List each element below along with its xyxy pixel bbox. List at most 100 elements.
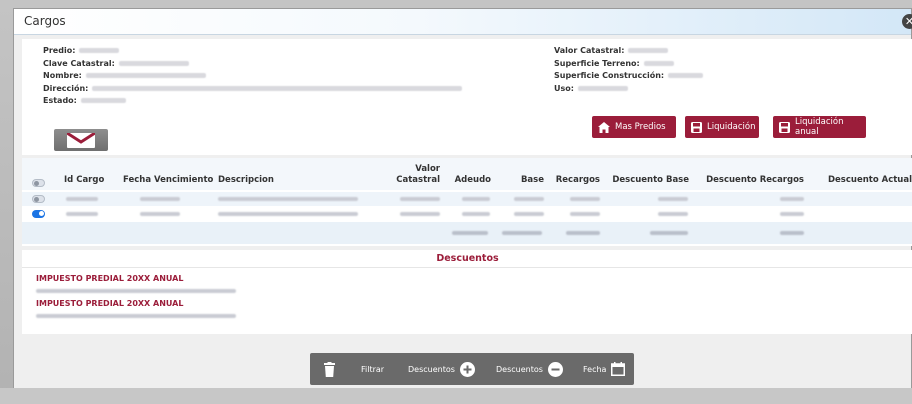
col-descuento-recargos[interactable]: Descuento Recargos [702, 175, 804, 186]
info-row-uso: Uso: [554, 83, 703, 96]
liquidacion-anual-button[interactable]: Liquidación anual [773, 116, 866, 138]
row-select-toggle[interactable] [32, 195, 45, 203]
redacted-cell [400, 197, 440, 201]
redacted-total [452, 231, 488, 235]
mas-predios-button[interactable]: Mas Predios [592, 116, 676, 138]
table-row[interactable] [22, 207, 912, 221]
redacted-value [85, 73, 206, 78]
save-icon [779, 121, 790, 133]
descuento-item-title: IMPUESTO PREDIAL 20XX ANUAL [36, 274, 184, 283]
col-descuento-actual[interactable]: Descuento Actual [822, 175, 912, 186]
liquidacion-anual-label: Liquidación anual [795, 117, 844, 137]
redacted-cell [66, 197, 98, 201]
redacted-cell [658, 212, 688, 216]
col-adeudo[interactable]: Adeudo [447, 175, 491, 186]
redacted-total [502, 231, 542, 235]
info-row-superficie-construccion: Superficie Construcción: [554, 70, 704, 83]
liquidacion-button[interactable]: Liquidación [685, 116, 759, 138]
cargos-dialog: Cargos ✕ Predio: Clave Catastral: Nombre… [13, 8, 912, 404]
col-fecha-vencimiento[interactable]: Fecha Vencimiento [123, 175, 213, 186]
bottom-toolbar: Filtrar Descuentos Descuentos Fecha [310, 353, 634, 385]
col-valor-catastral-line2: Catastral [396, 175, 440, 185]
redacted-total [780, 231, 804, 235]
table-header: Id Cargo Fecha Vencimiento Descripcion V… [22, 158, 912, 190]
table-row[interactable] [22, 192, 912, 206]
redacted-total [566, 231, 600, 235]
redacted-value [118, 60, 189, 66]
descuentos-remove-label: Descuentos [496, 364, 543, 374]
descuentos-add-label: Descuentos [408, 364, 455, 374]
filtrar-button[interactable]: Filtrar [361, 353, 384, 385]
liquidacion-label: Liquidación [707, 122, 756, 132]
redacted-cell [780, 212, 804, 216]
redacted-cell [514, 212, 544, 216]
redacted-cell [66, 212, 98, 216]
redacted-cell [462, 212, 490, 216]
col-base[interactable]: Base [502, 175, 544, 186]
descuentos-panel: Descuentos IMPUESTO PREDIAL 20XX ANUAL I… [22, 250, 912, 334]
info-row-direccion: Dirección: [43, 83, 463, 96]
info-label: Superficie Terreno: [554, 58, 640, 68]
toggle-knob [34, 196, 39, 202]
descuentos-title: Descuentos [22, 250, 912, 268]
redacted-value [577, 85, 628, 91]
send-mail-button[interactable] [54, 129, 108, 151]
info-label: Uso: [554, 83, 574, 93]
redacted-descuento-detail [36, 289, 236, 293]
info-row-estado: Estado: [43, 95, 462, 108]
col-descripcion[interactable]: Descripcion [218, 175, 274, 186]
row-select-toggle[interactable] [32, 210, 45, 218]
predio-info-right: Valor Catastral: Superficie Terreno: Sup… [554, 45, 704, 96]
redacted-value [79, 48, 120, 53]
home-icon [598, 121, 610, 133]
toggle-knob [39, 211, 44, 216]
calendar-icon [611, 362, 626, 376]
predio-info-left: Predio: Clave Catastral: Nombre: Direcci… [43, 45, 463, 108]
info-label: Clave Catastral: [43, 58, 115, 68]
descuentos-add-button[interactable]: Descuentos [408, 353, 475, 385]
redacted-cell [218, 197, 358, 201]
info-row-clave-catastral: Clave Catastral: [43, 58, 462, 71]
plus-circle-icon [459, 361, 475, 377]
redacted-cell [400, 212, 440, 216]
redacted-cell [462, 197, 490, 201]
fecha-button[interactable]: Fecha [583, 353, 626, 385]
dialog-titlebar: Cargos ✕ [14, 9, 912, 35]
close-icon[interactable]: ✕ [902, 14, 912, 29]
col-valor-catastral[interactable]: Valor Catastral [382, 164, 440, 186]
fecha-label: Fecha [583, 364, 607, 374]
minus-circle-icon [547, 361, 563, 377]
mas-predios-label: Mas Predios [615, 122, 666, 132]
predio-info-panel: Predio: Clave Catastral: Nombre: Direcci… [22, 39, 912, 155]
info-label: Valor Catastral: [554, 46, 625, 55]
col-descuento-base[interactable]: Descuento Base [612, 175, 689, 186]
info-label: Nombre: [43, 71, 82, 80]
filtrar-label: Filtrar [361, 364, 385, 374]
cargos-table: Id Cargo Fecha Vencimiento Descripcion V… [22, 158, 912, 246]
col-id-cargo[interactable]: Id Cargo [64, 175, 104, 186]
info-label: Superficie Construcción: [554, 71, 665, 80]
redacted-value [628, 48, 669, 53]
redacted-cell [570, 197, 600, 201]
delete-button[interactable] [324, 353, 335, 385]
redacted-value [643, 60, 674, 66]
toggle-knob [34, 180, 39, 186]
descuento-item-title: IMPUESTO PREDIAL 20XX ANUAL [36, 299, 184, 308]
dialog-title: Cargos [24, 14, 66, 28]
info-row-predio: Predio: [43, 45, 462, 58]
info-label: Predio: [43, 46, 76, 55]
redacted-cell [140, 197, 180, 201]
col-recargos[interactable]: Recargos [552, 175, 600, 186]
select-all-toggle[interactable] [32, 179, 45, 187]
page-bottom-strip [0, 388, 912, 404]
save-icon [691, 121, 702, 133]
redacted-total [650, 231, 688, 235]
redacted-descuento-detail [36, 314, 236, 318]
redacted-value [668, 73, 704, 78]
redacted-cell [514, 197, 544, 201]
info-label: Dirección: [43, 83, 89, 93]
info-row-valor-catastral: Valor Catastral: [554, 45, 703, 58]
descuentos-remove-button[interactable]: Descuentos [496, 353, 563, 385]
redacted-cell [780, 197, 804, 201]
info-label: Estado: [43, 96, 77, 105]
